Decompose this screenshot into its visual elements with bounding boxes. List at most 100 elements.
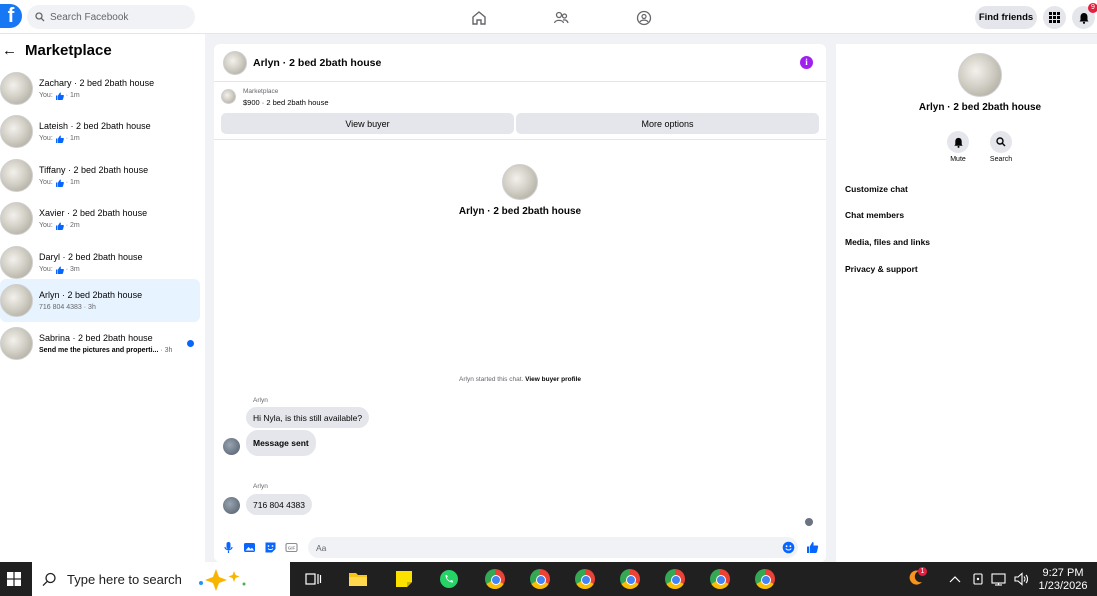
profile-avatar[interactable] (502, 164, 538, 200)
notification-badge: 9 (1088, 3, 1097, 13)
chrome-profile-icon[interactable] (665, 569, 685, 589)
like-send-icon[interactable] (806, 541, 819, 554)
started-text: Arlyn started this chat. (459, 376, 524, 383)
sender-name: Arlyn (253, 397, 268, 404)
conversation-time: · 3m (65, 266, 80, 273)
listing-source: Marketplace (243, 88, 279, 95)
conversation-prefix: You: (39, 222, 53, 229)
system-clock[interactable]: 9:27 PM 1/23/2026 (1033, 567, 1093, 593)
search-action[interactable]: Search (981, 131, 1021, 163)
conversation-time: · 3h (83, 304, 96, 311)
conversation-avatar (0, 327, 33, 360)
clock-time: 9:27 PM (1042, 567, 1084, 579)
listing-description[interactable]: $900 · 2 bed 2bath house (243, 98, 329, 107)
home-icon[interactable] (470, 9, 488, 27)
grid-icon (1049, 12, 1060, 23)
message-input[interactable]: Aa (308, 537, 798, 558)
details-avatar[interactable] (958, 53, 1002, 97)
chrome-profile-icon[interactable] (575, 569, 595, 589)
microphone-icon[interactable] (222, 541, 235, 554)
clock-date: 1/23/2026 (1038, 580, 1088, 592)
chat-header: Arlyn · 2 bed 2bath house i (214, 44, 826, 82)
conversation-prefix: You: (39, 92, 53, 99)
chrome-profile-icon[interactable] (755, 569, 775, 589)
message-bubble: Message sent (246, 430, 316, 456)
bell-icon (953, 137, 963, 148)
find-friends-button[interactable]: Find friends (975, 6, 1037, 29)
view-buyer-profile-link[interactable]: View buyer profile (525, 376, 581, 383)
more-options-button[interactable]: More options (516, 113, 819, 134)
photo-icon[interactable] (243, 541, 256, 554)
details-name: Arlyn · 2 bed 2bath house (918, 102, 1042, 113)
conversation-avatar (0, 159, 33, 192)
taskbar-search-placeholder: Type here to search (67, 571, 182, 587)
sidebar-header: ← Marketplace (2, 42, 112, 59)
file-explorer-icon[interactable] (348, 569, 368, 589)
info-icon[interactable]: i (800, 56, 813, 69)
conversation-time: · 3h (160, 347, 173, 354)
unread-dot (187, 340, 194, 347)
sticker-icon[interactable] (264, 541, 277, 554)
chrome-profile-icon[interactable] (485, 569, 505, 589)
media-files-links-item[interactable]: Media, files and links (845, 237, 930, 247)
conversation-item-unread[interactable]: Sabrina · 2 bed 2bath house Send me the … (0, 322, 200, 365)
menu-grid-button[interactable] (1043, 6, 1066, 29)
privacy-support-item[interactable]: Privacy & support (845, 264, 918, 274)
like-icon (55, 179, 64, 187)
conversation-prefix: You: (39, 266, 53, 273)
start-button[interactable] (0, 562, 27, 596)
conversation-item[interactable]: Tiffany · 2 bed 2bath house You: · 1m (0, 154, 200, 197)
emoji-icon[interactable] (782, 541, 795, 554)
conversation-preview: 716 804 4383 (39, 304, 82, 311)
search-icon (35, 12, 45, 22)
chrome-profile-icon[interactable] (530, 569, 550, 589)
message-bubble: 716 804 4383 (246, 494, 312, 515)
gif-icon[interactable]: GIF (285, 541, 298, 554)
conversation-avatar (0, 115, 33, 148)
conversation-item[interactable]: Xavier · 2 bed 2bath house You: · 2m (0, 197, 200, 240)
like-icon (55, 222, 64, 230)
taskbar-search[interactable]: Type here to search (32, 562, 290, 596)
chrome-profile-icon[interactable] (620, 569, 640, 589)
conversation-title: Lateish · 2 bed 2bath house (39, 120, 151, 131)
conversation-item[interactable]: Lateish · 2 bed 2bath house You: · 1m (0, 110, 200, 153)
sender-avatar[interactable] (223, 497, 240, 514)
marketplace-sidebar: ← Marketplace Zachary · 2 bed 2bath hous… (0, 34, 205, 562)
conversation-item[interactable]: Zachary · 2 bed 2bath house You: · 1m (0, 67, 200, 110)
sender-avatar[interactable] (223, 438, 240, 455)
conversation-item-active[interactable]: Arlyn · 2 bed 2bath house 716 804 4383 ·… (0, 279, 200, 322)
groups-icon[interactable] (635, 9, 653, 27)
conversation-item[interactable]: Daryl · 2 bed 2bath house You: · 3m (0, 241, 200, 284)
conversation-title: Daryl · 2 bed 2bath house (39, 251, 143, 262)
like-icon (55, 135, 64, 143)
listing-thumbnail[interactable] (221, 89, 236, 104)
conversation-preview: Send me the pictures and properti... (39, 347, 159, 354)
conversation-avatar (0, 72, 33, 105)
sparkle-icon (198, 569, 246, 591)
search-facebook-input[interactable]: Search Facebook (27, 5, 195, 29)
search-icon (996, 137, 1006, 147)
search-icon (42, 572, 56, 586)
customize-chat-item[interactable]: Customize chat (845, 184, 908, 194)
chat-avatar[interactable] (223, 50, 247, 75)
volume-icon[interactable] (1013, 569, 1029, 589)
search-placeholder: Search Facebook (50, 11, 129, 23)
device-icon[interactable] (971, 569, 985, 589)
facebook-logo[interactable]: f (0, 4, 22, 28)
conversation-time: · 2m (65, 222, 80, 229)
chrome-profile-icon[interactable] (710, 569, 730, 589)
chevron-up-icon[interactable] (948, 569, 962, 589)
whatsapp-icon[interactable] (439, 569, 459, 589)
mute-action[interactable]: Mute (938, 131, 978, 163)
sticky-notes-icon[interactable] (394, 569, 414, 589)
conversation-time: · 1m (65, 92, 80, 99)
back-arrow-icon[interactable]: ← (2, 42, 17, 59)
network-icon[interactable] (991, 569, 1007, 589)
sidebar-title: Marketplace (25, 42, 112, 59)
chat-title[interactable]: Arlyn · 2 bed 2bath house (253, 57, 381, 69)
friends-icon[interactable] (552, 9, 570, 27)
svg-text:GIF: GIF (288, 546, 296, 551)
view-buyer-button[interactable]: View buyer (221, 113, 514, 134)
task-view-icon[interactable] (303, 569, 323, 589)
chat-members-item[interactable]: Chat members (845, 210, 904, 220)
